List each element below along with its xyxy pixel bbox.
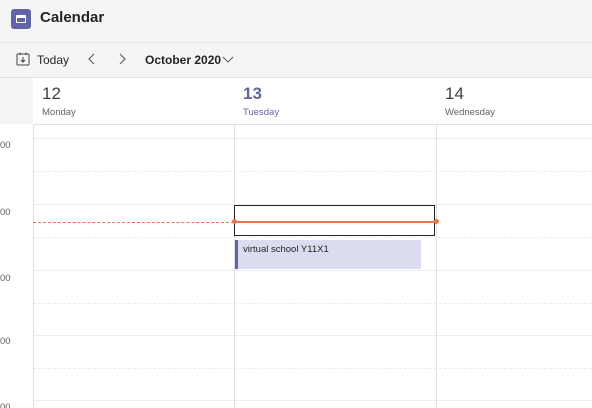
time-label: 00	[0, 336, 11, 347]
half-hour-line	[33, 303, 592, 304]
current-time-line	[234, 221, 436, 223]
day-number: 12	[42, 84, 61, 103]
calendar-today-icon[interactable]	[16, 52, 30, 66]
day-name: Wednesday	[445, 107, 495, 118]
chevron-right-icon[interactable]	[114, 51, 130, 67]
day-header-tuesday[interactable]: 13 Tuesday	[234, 78, 436, 124]
today-button[interactable]: Today	[37, 53, 69, 67]
day-number: 13	[243, 84, 262, 103]
current-time-dot	[434, 219, 439, 224]
half-hour-line	[33, 237, 592, 238]
calendar-toolbar: Today October 2020	[0, 43, 592, 78]
calendar-event[interactable]: virtual school Y11X1	[235, 240, 421, 269]
app-header: Calendar	[0, 0, 592, 43]
day-name: Monday	[42, 107, 76, 118]
current-time-dot	[232, 219, 237, 224]
hour-line	[33, 335, 592, 336]
time-label: 00	[0, 207, 11, 218]
day-name: Tuesday	[243, 107, 280, 118]
calendar-app-icon	[11, 9, 31, 29]
column-divider	[33, 124, 34, 408]
chevron-down-icon[interactable]	[222, 55, 234, 65]
time-label: 00	[0, 402, 11, 408]
hour-line	[33, 138, 592, 139]
day-header-row: 12 Monday 13 Tuesday 14 Wednesday	[0, 78, 592, 125]
chevron-left-icon[interactable]	[84, 51, 100, 67]
half-hour-line	[33, 171, 592, 172]
event-title: virtual school Y11X1	[243, 244, 329, 255]
day-header-monday[interactable]: 12 Monday	[33, 78, 234, 124]
time-label: 00	[0, 273, 11, 284]
hour-line	[33, 400, 592, 401]
hour-line	[33, 270, 592, 271]
day-number: 14	[445, 84, 464, 103]
day-header-wednesday[interactable]: 14 Wednesday	[436, 78, 592, 124]
month-selector[interactable]: October 2020	[145, 53, 221, 67]
time-gutter: 00 00 00 00 00	[0, 124, 33, 408]
calendar-grid[interactable]: 00 00 00 00 00 virtual school Y11X1	[0, 124, 592, 408]
column-divider	[436, 124, 437, 408]
half-hour-line	[33, 368, 592, 369]
time-label: 00	[0, 140, 11, 151]
time-gutter-header	[0, 78, 33, 124]
current-time-line-past	[33, 222, 234, 223]
app-title: Calendar	[40, 9, 105, 26]
teams-calendar-window: Calendar Today October 2020 12 Monday 13…	[0, 0, 592, 408]
